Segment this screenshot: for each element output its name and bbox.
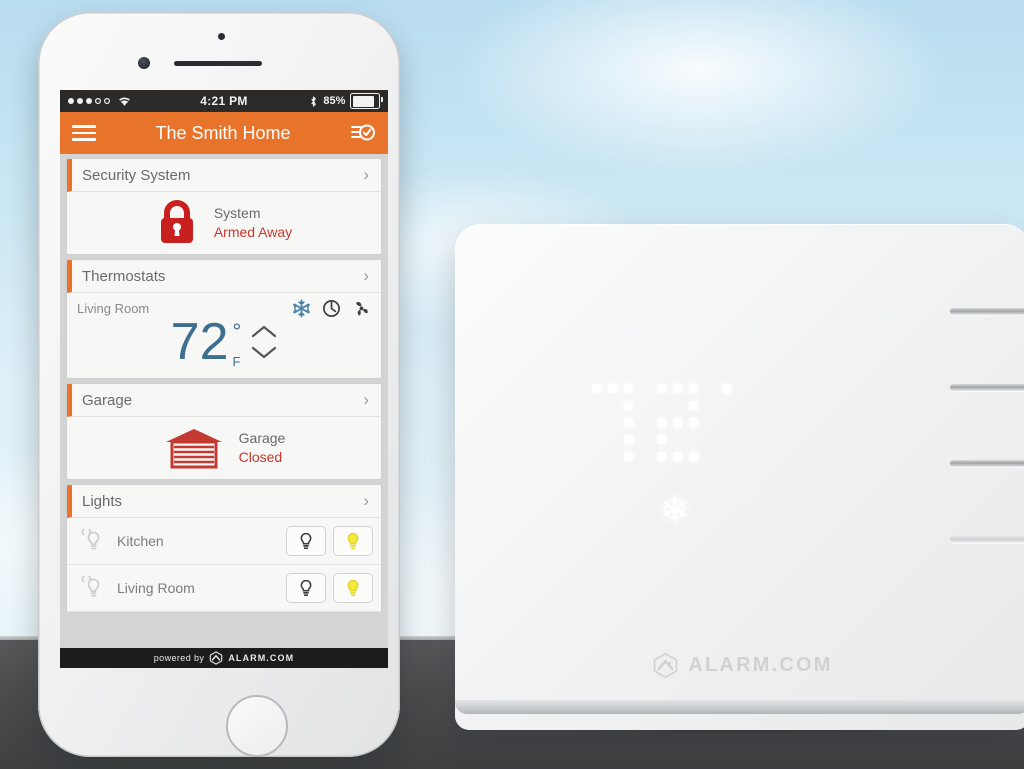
panel-brand-text: ALARM.COM — [688, 654, 833, 676]
card-title: Thermostats — [82, 267, 166, 285]
bulb-on-icon — [347, 579, 359, 596]
earpiece-speaker — [174, 61, 262, 66]
signal-dot — [95, 98, 101, 104]
chevron-right-icon: › — [363, 266, 369, 285]
list-item[interactable]: Kitchen — [67, 518, 381, 565]
app-footer: powered by ALARM.COM — [60, 648, 388, 668]
bluetooth-icon — [311, 95, 317, 107]
card-security-system: Security System › System Armed Away — [66, 158, 382, 255]
signal-dot — [86, 98, 92, 104]
light-on-button[interactable] — [333, 573, 373, 603]
chevron-up-icon[interactable] — [251, 324, 277, 339]
brand-label: ALARM.COM — [228, 653, 295, 663]
lock-icon — [160, 200, 193, 243]
garage-status-value: Closed — [238, 449, 283, 465]
chevron-down-icon[interactable] — [251, 345, 277, 360]
light-name: Kitchen — [117, 533, 164, 549]
scene: ❄ ALARM.COM 4:21 PM 85% The Smith Home S… — [0, 0, 1024, 769]
light-on-button[interactable] — [333, 526, 373, 556]
light-off-button[interactable] — [286, 573, 326, 603]
chevron-right-icon: › — [363, 491, 369, 510]
garage-door-icon — [165, 429, 222, 469]
card-title: Security System — [82, 166, 191, 184]
bulb-on-icon — [347, 532, 359, 549]
vent-slot — [950, 384, 1024, 391]
chevron-right-icon: › — [363, 165, 369, 184]
list-item[interactable]: Living Room — [67, 565, 381, 612]
signal-dot — [77, 98, 83, 104]
status-bar-right: 85% — [248, 93, 383, 109]
schedule-clock-icon[interactable] — [322, 299, 341, 318]
card-thermostats: Thermostats › Living Room 72 ° F — [66, 259, 382, 379]
card-title: Garage — [82, 391, 133, 409]
card-header-security[interactable]: Security System › — [67, 159, 381, 192]
card-lights: Lights › Kitchen Living Room — [66, 484, 382, 613]
wifi-icon — [119, 97, 130, 106]
degree-symbol: ° — [232, 318, 242, 344]
app-navbar: The Smith Home — [60, 112, 388, 154]
status-bar: 4:21 PM 85% — [60, 90, 388, 112]
signal-dot — [68, 98, 74, 104]
status-bar-time: 4:21 PM — [200, 94, 248, 108]
alarm-com-hex-icon — [654, 652, 678, 679]
security-status-text: System Armed Away — [214, 204, 292, 242]
fahrenheit-label: F — [232, 353, 241, 369]
home-button[interactable] — [226, 695, 288, 757]
card-garage: Garage › Garage Closed — [66, 383, 382, 480]
powered-by-label: powered by — [153, 653, 205, 663]
hamburger-menu-icon[interactable] — [72, 125, 96, 141]
lightbulb-icon — [81, 529, 100, 550]
light-name: Living Room — [117, 580, 195, 596]
phone-screen: 4:21 PM 85% The Smith Home Security Syst… — [60, 90, 388, 668]
snowflake-icon[interactable] — [292, 299, 311, 318]
card-header-lights[interactable]: Lights › — [67, 485, 381, 518]
light-off-button[interactable] — [286, 526, 326, 556]
card-header-thermostats[interactable]: Thermostats › — [67, 260, 381, 293]
bulb-off-icon — [300, 579, 312, 596]
page-title: The Smith Home — [155, 122, 291, 143]
vent-slot — [950, 460, 1024, 467]
panel-base — [455, 700, 1024, 714]
signal-dot — [104, 98, 110, 104]
bulb-off-icon — [300, 532, 312, 549]
garage-status-label: Garage — [238, 430, 286, 447]
security-status-value: Armed Away — [213, 224, 293, 240]
alarm-panel-device: ❄ ALARM.COM — [455, 224, 1024, 730]
garage-status-text: Garage Closed — [239, 429, 286, 467]
temperature-unit: ° F — [233, 317, 242, 368]
temperature-steppers — [251, 324, 277, 360]
app-content: Security System › System Armed Away Ther… — [60, 154, 388, 668]
activity-checklist-icon[interactable] — [350, 120, 376, 146]
front-camera-icon — [138, 57, 150, 69]
panel-brand-logo: ALARM.COM — [455, 652, 1024, 679]
thermostat-temperature: 72 ° F — [77, 316, 371, 368]
status-bar-left — [68, 95, 200, 107]
temperature-value: 72 — [170, 313, 229, 371]
thermostat-mode-icons — [292, 299, 371, 318]
vent-slot — [950, 536, 1024, 543]
panel-snowflake-icon: ❄ — [659, 489, 691, 530]
chevron-right-icon: › — [363, 390, 369, 409]
vent-slot — [950, 308, 1024, 315]
battery-icon — [350, 93, 383, 109]
proximity-sensor-icon — [218, 33, 225, 40]
lightbulb-icon — [81, 576, 100, 597]
security-status-row[interactable]: System Armed Away — [67, 192, 381, 254]
thermostat-widget: Living Room 72 ° F — [67, 293, 381, 378]
card-title: Lights — [82, 492, 123, 510]
fan-icon[interactable] — [352, 299, 371, 318]
alarm-com-hex-icon — [210, 651, 223, 665]
security-status-label: System — [213, 205, 261, 222]
card-header-garage[interactable]: Garage › — [67, 384, 381, 417]
battery-percent-label: 85% — [323, 95, 346, 107]
garage-status-row[interactable]: Garage Closed — [67, 417, 381, 479]
